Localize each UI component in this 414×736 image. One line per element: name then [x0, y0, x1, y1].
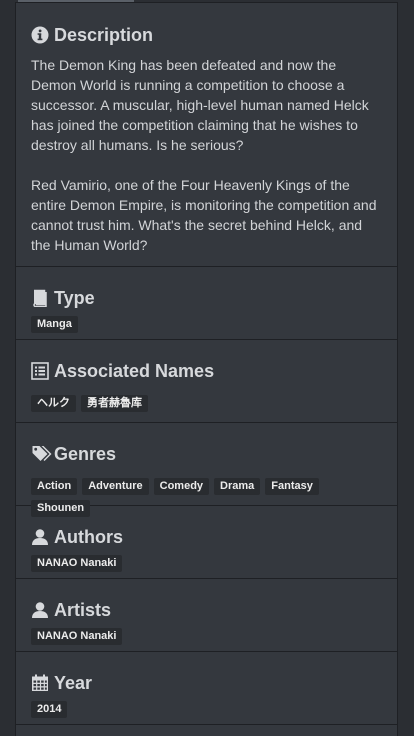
- author-tags: NANAO Nanaki: [31, 555, 382, 572]
- type-section: Type Manga: [16, 267, 397, 340]
- genre-tag[interactable]: Adventure: [82, 478, 149, 495]
- description-heading: Description: [31, 23, 382, 47]
- genre-tag[interactable]: Fantasy: [265, 478, 319, 495]
- description-section: Description The Demon King has been defe…: [16, 3, 397, 267]
- associated-name-tag: ヘルク: [31, 395, 76, 412]
- type-tags: Manga: [31, 316, 382, 333]
- genre-tag[interactable]: Shounen: [31, 500, 91, 517]
- description-paragraph: Red Vamirio, one of the Four Heavenly Ki…: [31, 177, 377, 253]
- page: Description The Demon King has been defe…: [0, 0, 414, 736]
- author-tag[interactable]: NANAO Nanaki: [31, 555, 123, 572]
- artists-heading: Artists: [31, 598, 382, 622]
- artist-tags: NANAO Nanaki: [31, 628, 382, 645]
- genres-heading-label: Genres: [54, 443, 117, 464]
- artists-heading-label: Artists: [54, 599, 112, 620]
- user-icon: [31, 601, 49, 619]
- info-circle-icon: [31, 26, 49, 44]
- genre-tag[interactable]: Action: [31, 478, 78, 495]
- type-heading: Type: [31, 286, 382, 310]
- year-tags: 2014: [31, 701, 382, 718]
- associated-name-tag: 勇者赫魯库: [81, 395, 148, 412]
- authors-heading-label: Authors: [54, 526, 123, 547]
- associated-names-heading-label: Associated Names: [54, 360, 215, 381]
- authors-heading: Authors: [31, 525, 382, 549]
- associated-names-heading: Associated Names: [31, 359, 382, 383]
- type-tag[interactable]: Manga: [31, 316, 78, 333]
- description-heading-label: Description: [54, 24, 154, 45]
- series-info-panel: Description The Demon King has been defe…: [15, 2, 398, 736]
- associated-names-section: Associated Names ヘルク 勇者赫魯库: [16, 340, 397, 423]
- genres-heading: Genres: [31, 442, 382, 466]
- calendar-icon: [31, 674, 49, 692]
- tags-icon: [31, 445, 52, 463]
- list-icon: [31, 362, 49, 380]
- book-icon: [31, 289, 49, 307]
- genre-tag[interactable]: Drama: [214, 478, 261, 495]
- artist-tag[interactable]: NANAO Nanaki: [31, 628, 123, 645]
- type-heading-label: Type: [54, 287, 95, 308]
- description-paragraph: The Demon King has been defeated and now…: [31, 57, 369, 153]
- year-heading-label: Year: [54, 672, 93, 693]
- associated-names-tags: ヘルク 勇者赫魯库: [31, 395, 382, 412]
- user-icon: [31, 528, 49, 546]
- genre-tag[interactable]: Comedy: [153, 478, 210, 495]
- genres-section: Genres Action Adventure Comedy Drama Fan…: [16, 423, 397, 517]
- year-tag[interactable]: 2014: [31, 701, 68, 718]
- artists-section: Artists NANAO Nanaki: [16, 579, 397, 652]
- description-text: The Demon King has been defeated and now…: [31, 55, 382, 255]
- year-section: Year 2014: [16, 652, 397, 725]
- year-heading: Year: [31, 671, 382, 695]
